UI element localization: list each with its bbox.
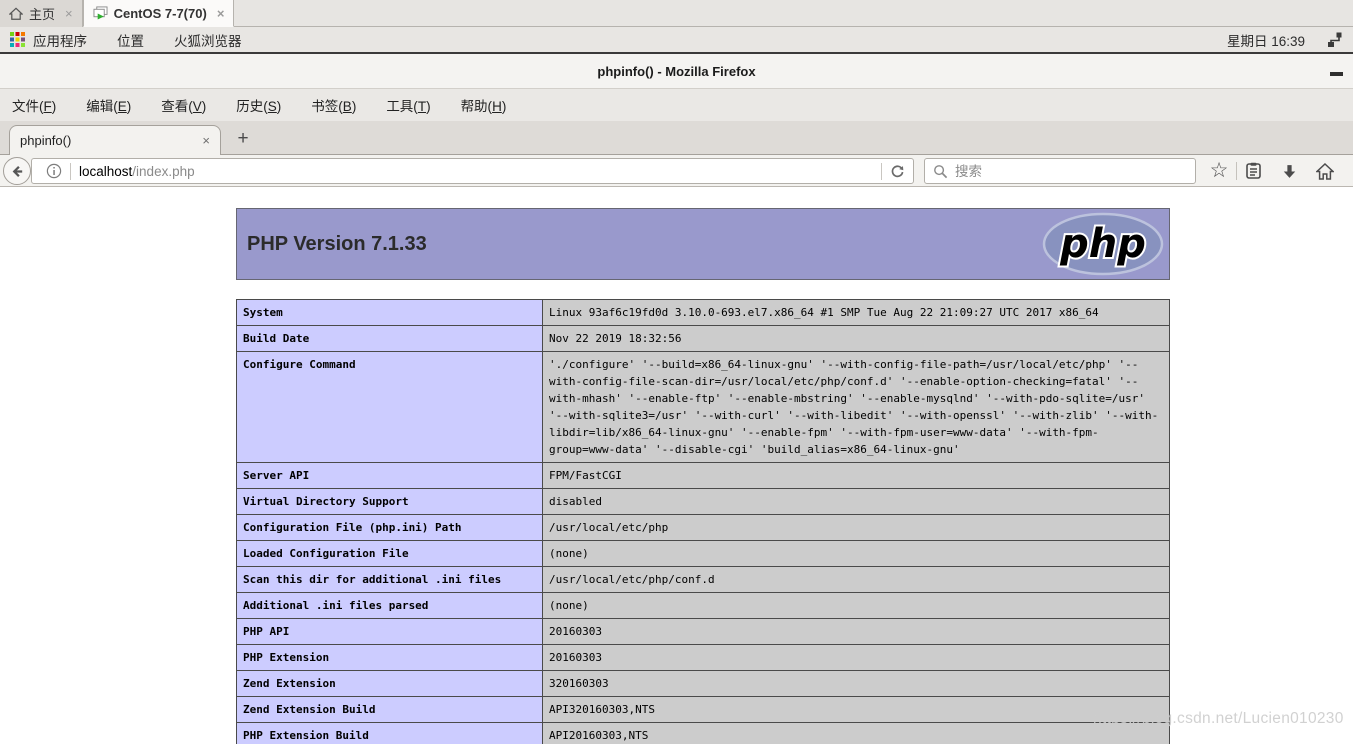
firefox-appmenu[interactable]: 火狐浏览器 [174, 30, 242, 50]
menu-bookmarks[interactable]: 书签(B) [311, 95, 356, 115]
tab-title: phpinfo() [20, 133, 71, 148]
menu-view[interactable]: 查看(V) [161, 95, 206, 115]
watermark: https://blog.csdn.net/Lucien010230 [1093, 710, 1344, 728]
urlbar-separator [70, 163, 71, 180]
table-row: Scan this dir for additional .ini files/… [237, 567, 1170, 593]
firefox-menubar: 文件(F) 编辑(E) 查看(V) 历史(S) 书签(B) 工具(T) 帮助(H… [0, 89, 1353, 121]
firefox-titlebar[interactable]: phpinfo() - Mozilla Firefox [0, 54, 1353, 89]
applications-menu-label: 应用程序 [33, 30, 87, 50]
menu-history[interactable]: 历史(S) [236, 95, 281, 115]
table-row: PHP Extension BuildAPI20160303,NTS [237, 723, 1170, 744]
vm-viewer-tabbar: 主页 × CentOS 7-7(70) × [0, 0, 1353, 27]
downloads-icon[interactable] [1276, 159, 1302, 183]
phpinfo-table: SystemLinux 93af6c19fd0d 3.10.0-693.el7.… [236, 299, 1170, 744]
table-row: PHP Extension20160303 [237, 645, 1170, 671]
back-arrow-icon [10, 164, 25, 179]
menu-tools[interactable]: 工具(T) [386, 95, 430, 115]
url-path: /index.php [132, 164, 194, 179]
firefox-tabstrip: phpinfo() × + [0, 121, 1353, 155]
close-icon[interactable]: × [65, 7, 73, 20]
gnome-top-bar: 应用程序 位置 火狐浏览器 星期日 16:39 [0, 27, 1353, 54]
applications-menu[interactable]: 应用程序 [10, 30, 87, 50]
window-title: phpinfo() - Mozilla Firefox [597, 64, 755, 79]
reload-icon [890, 164, 905, 179]
search-input[interactable] [955, 164, 1155, 179]
firefox-navbar: localhost/index.php ☆ [0, 155, 1353, 187]
table-row: Additional .ini files parsed(none) [237, 593, 1170, 619]
close-icon[interactable]: × [202, 133, 210, 148]
table-row: Loaded Configuration File(none) [237, 541, 1170, 567]
table-row: Configuration File (php.ini) Path/usr/lo… [237, 515, 1170, 541]
php-logo: php [1041, 212, 1165, 276]
network-icon[interactable] [1327, 32, 1343, 47]
navbar-separator [1236, 162, 1237, 180]
clock[interactable]: 星期日 16:39 [1227, 30, 1305, 50]
table-row: Build DateNov 22 2019 18:32:56 [237, 326, 1170, 352]
vm-tab-label: 主页 [29, 4, 55, 23]
table-row: Virtual Directory Supportdisabled [237, 489, 1170, 515]
vm-running-icon [93, 6, 108, 20]
page-title: PHP Version 7.1.33 [237, 233, 427, 256]
window-menu-dash-icon[interactable] [1330, 72, 1343, 76]
bookmark-star-icon[interactable]: ☆ [1206, 159, 1232, 183]
home-icon[interactable] [1312, 159, 1338, 183]
home-tab-icon [9, 7, 23, 21]
vm-tab-centos[interactable]: CentOS 7-7(70) × [83, 0, 235, 27]
table-row: PHP API20160303 [237, 619, 1170, 645]
vm-tab-label: CentOS 7-7(70) [114, 6, 207, 21]
site-info-icon[interactable] [46, 163, 62, 179]
firefox-appmenu-label: 火狐浏览器 [174, 30, 242, 50]
browser-viewport: PHP Version 7.1.33 php SystemLinux 93af6… [0, 187, 1353, 744]
vm-tab-home[interactable]: 主页 × [0, 0, 83, 27]
menu-edit[interactable]: 编辑(E) [86, 95, 131, 115]
reload-button[interactable] [873, 163, 905, 180]
table-row: Configure Command'./configure' '--build=… [237, 352, 1170, 463]
svg-text:php: php [1059, 221, 1146, 267]
url-bar[interactable]: localhost/index.php [31, 158, 914, 184]
menu-help[interactable]: 帮助(H) [461, 95, 507, 115]
table-row: Server APIFPM/FastCGI [237, 463, 1170, 489]
table-row: Zend Extension320160303 [237, 671, 1170, 697]
search-icon [933, 164, 948, 179]
table-row: Zend Extension BuildAPI320160303,NTS [237, 697, 1170, 723]
close-icon[interactable]: × [217, 7, 225, 20]
applications-icon [10, 32, 25, 47]
places-menu[interactable]: 位置 [117, 30, 144, 50]
places-menu-label: 位置 [117, 30, 144, 50]
phpinfo-header: PHP Version 7.1.33 php [236, 208, 1170, 280]
new-tab-button[interactable]: + [230, 126, 256, 152]
gnome-bar-right: 星期日 16:39 [1227, 30, 1343, 50]
back-button[interactable] [3, 157, 31, 185]
table-row: SystemLinux 93af6c19fd0d 3.10.0-693.el7.… [237, 300, 1170, 326]
browser-tab-phpinfo[interactable]: phpinfo() × [9, 125, 221, 155]
bookmarks-menu-icon[interactable] [1240, 159, 1266, 183]
url-host: localhost [79, 164, 132, 179]
search-bar[interactable] [924, 158, 1196, 184]
menu-file[interactable]: 文件(F) [12, 95, 56, 115]
